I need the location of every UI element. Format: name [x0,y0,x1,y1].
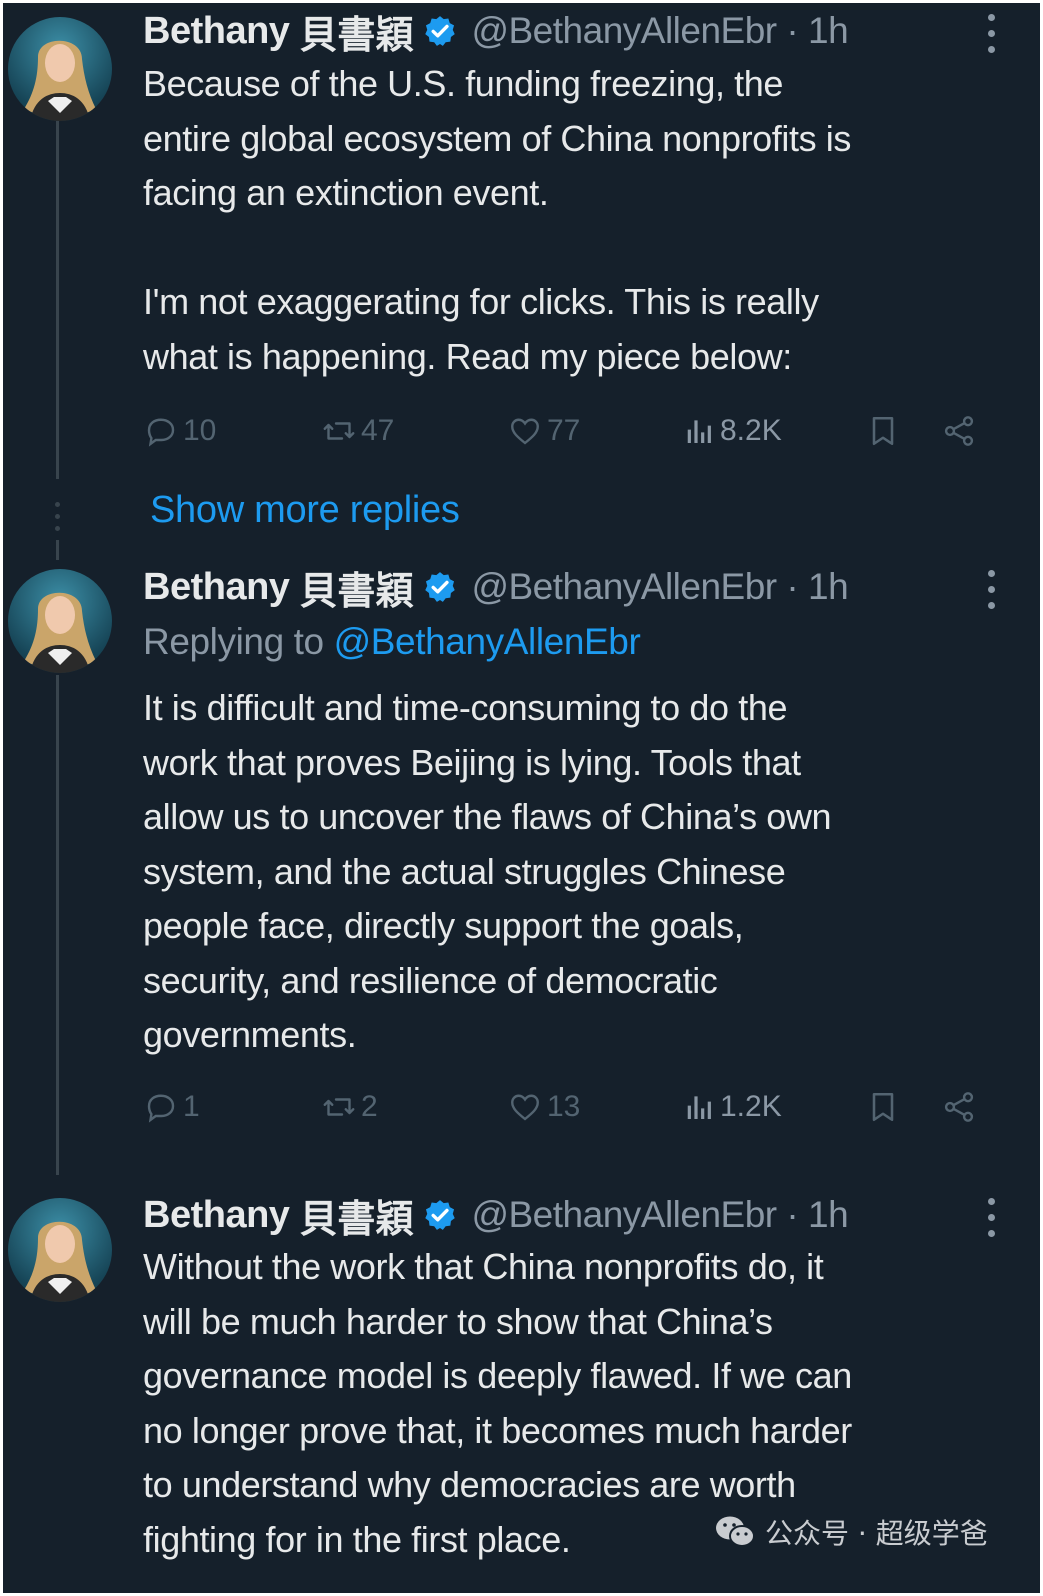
views-icon [687,420,711,443]
thread-line [56,121,59,479]
tweet-header: Bethany 貝書穎 @BethanyAllenEbr · 1h [143,565,1003,613]
view-count: 8.2K [720,414,782,447]
like-button[interactable]: 77 [507,409,580,453]
reply-icon [147,418,175,447]
display-name[interactable]: Bethany [143,10,290,53]
display-name[interactable]: Bethany [143,566,290,609]
thread-line [56,675,59,1175]
profile-photo [24,40,96,121]
like-icon [511,418,539,445]
verified-badge-icon [425,1200,456,1230]
views-button[interactable]: 8.2K [684,409,782,453]
avatar[interactable] [8,1198,112,1302]
more-options-icon[interactable] [986,1198,996,1238]
verified-badge-icon [425,572,456,602]
share-icon [944,1092,974,1122]
watermark-text: 公众号 · 超级学爸 [765,1517,988,1550]
more-options-icon[interactable] [986,14,996,54]
retweet-button[interactable]: 2 [321,1085,378,1129]
tweet-header: Bethany 貝書穎 @BethanyAllenEbr · 1h [143,1193,1003,1241]
verified-badge-icon [425,16,456,46]
handle-and-time[interactable]: @BethanyAllenEbr · 1h [471,1194,848,1236]
display-name-cjk[interactable]: 貝書穎 [299,1188,413,1243]
bookmark-button[interactable] [865,1085,901,1129]
tweet-text: Because of the U.S. funding freezing, th… [143,57,1013,384]
avatar[interactable] [8,17,112,121]
replying-to: Replying to @BethanyAllenEbr [143,621,641,665]
display-name-cjk[interactable]: 貝書穎 [299,4,413,59]
replying-to-handle[interactable]: @BethanyAllenEbr [334,621,641,662]
retweet-icon [323,1098,355,1116]
thread-gap-dots [52,502,64,538]
display-name[interactable]: Bethany [143,1194,290,1237]
retweet-count: 2 [361,1090,378,1123]
views-icon [687,1096,711,1119]
retweet-icon [323,422,355,440]
handle-and-time[interactable]: @BethanyAllenEbr · 1h [471,566,848,608]
avatar[interactable] [8,569,112,673]
like-count: 13 [547,1090,581,1123]
retweet-count: 47 [361,414,395,447]
share-button[interactable] [941,1085,977,1129]
views-button[interactable]: 1.2K [684,1085,782,1129]
action-bar: 1 2 13 1.2K [143,1085,1013,1129]
more-options-icon[interactable] [986,570,996,610]
watermark: 公众号 · 超级学爸 [715,1512,988,1552]
bookmark-icon [872,1092,894,1122]
like-button[interactable]: 13 [507,1085,580,1129]
reply-count: 1 [183,1090,200,1123]
share-button[interactable] [941,409,977,453]
replying-to-label: Replying to [143,621,334,662]
profile-photo [24,1221,96,1302]
profile-photo [24,592,96,673]
reply-count: 10 [183,414,217,447]
view-count: 1.2K [720,1090,782,1123]
share-icon [944,416,974,446]
wechat-icon [716,1516,755,1547]
reply-button[interactable]: 10 [143,409,216,453]
handle-and-time[interactable]: @BethanyAllenEbr · 1h [471,10,848,52]
action-bar: 10 47 77 8.2K [143,409,1013,453]
thread-line [56,540,59,560]
tweet-body: Because of the U.S. funding freezing, th… [143,63,851,377]
display-name-cjk[interactable]: 貝書穎 [299,560,413,615]
tweet-body: It is difficult and time-consuming to do… [143,687,832,1055]
tweet-text: It is difficult and time-consuming to do… [143,681,1013,1063]
bookmark-icon [872,416,894,446]
like-count: 77 [547,414,581,447]
reply-button[interactable]: 1 [143,1085,200,1129]
thread-view: Bethany 貝書穎 @BethanyAllenEbr · 1h Becaus… [3,3,1040,1593]
tweet-header: Bethany 貝書穎 @BethanyAllenEbr · 1h [143,9,1003,57]
retweet-button[interactable]: 47 [321,409,394,453]
like-icon [511,1094,539,1121]
reply-icon [147,1094,175,1123]
bookmark-button[interactable] [865,409,901,453]
show-more-replies-link[interactable]: Show more replies [150,489,460,532]
